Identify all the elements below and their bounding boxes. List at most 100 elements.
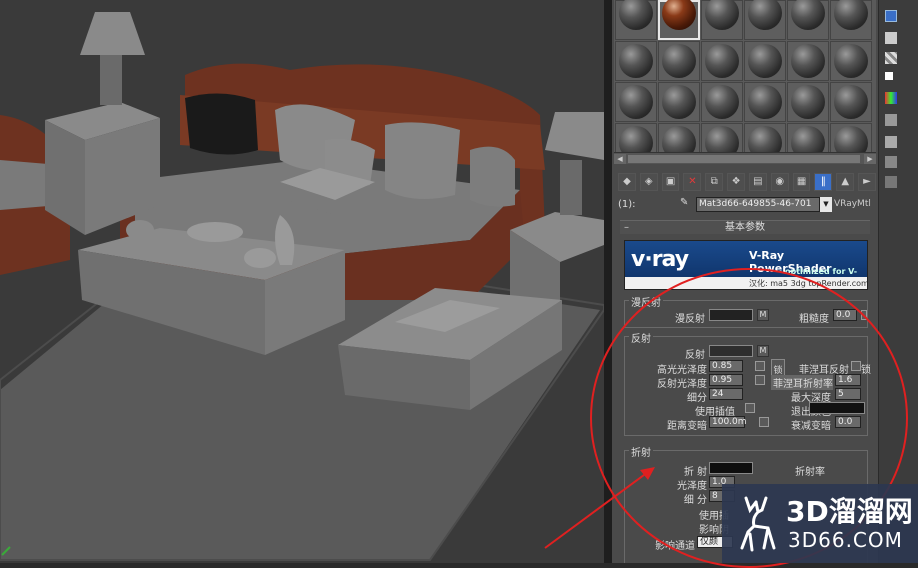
scroll-thumb[interactable]	[628, 155, 860, 163]
material-slot[interactable]	[615, 0, 657, 40]
reflect-color-swatch[interactable]	[709, 345, 753, 357]
affect-shadows-label: 影响阴	[699, 525, 729, 536]
affect-channels-label: 影响通道	[655, 541, 695, 552]
material-slot[interactable]	[744, 0, 786, 40]
roughness-map-button[interactable]	[861, 310, 867, 320]
chevron-down-icon[interactable]: ▼	[820, 197, 832, 212]
material-slot[interactable]	[615, 41, 657, 81]
material-name-field[interactable]: Mat3d66-649855-46-701	[696, 197, 820, 212]
material-toolbar: ◆ ◈ ▣ ✕ ⧉ ❖ ▤ ◉ ▦ ‖ ▲ ►	[614, 170, 876, 194]
make-preview-icon[interactable]	[885, 114, 897, 126]
material-slot[interactable]	[658, 41, 700, 81]
material-slot[interactable]	[830, 82, 872, 122]
material-slot[interactable]	[615, 82, 657, 122]
hilight-gloss-map-button[interactable]	[755, 361, 765, 371]
material-sphere-icon	[619, 0, 653, 30]
basic-params-rollout-header[interactable]: – 基本参数	[620, 220, 870, 234]
material-slot[interactable]	[701, 0, 743, 40]
video-color-check-icon[interactable]	[885, 92, 897, 104]
vray-logo: v·ray	[631, 247, 689, 272]
material-slot[interactable]	[787, 82, 829, 122]
refl-gloss-spinner[interactable]: 0.95	[709, 374, 743, 386]
3d-viewport[interactable]	[0, 0, 604, 563]
cushion-black	[185, 93, 258, 155]
material-sphere-icon	[791, 85, 825, 119]
ior-label: 折射率	[795, 467, 825, 478]
material-sphere-icon	[748, 85, 782, 119]
collapse-icon[interactable]: –	[624, 221, 629, 234]
panel-divider[interactable]	[604, 0, 612, 563]
vray-banner: v·ray V-Ray PowerShader optimized for V-…	[624, 240, 868, 290]
max-depth-spinner[interactable]: 5	[835, 388, 861, 400]
refract-subdivs-label: 细 分	[683, 495, 707, 506]
dim-distance-spinner[interactable]: 100.0m	[709, 416, 747, 428]
sample-uv-tiling-icon[interactable]	[885, 72, 893, 80]
go-to-parent-icon[interactable]: ▲	[836, 173, 855, 191]
roughness-label: 粗糙度	[799, 314, 829, 325]
material-slot[interactable]	[830, 41, 872, 81]
options-icon[interactable]	[885, 136, 897, 148]
fresnel-lock-button[interactable]: 锁	[861, 361, 871, 376]
refract-use-interp-label: 使用插	[699, 511, 729, 522]
watermark: 3D溜溜网 3D66.COM	[722, 484, 918, 563]
hilight-gloss-label: 高光光泽度	[657, 365, 707, 376]
copy-material-icon[interactable]: ⧉	[705, 173, 724, 191]
show-map-in-viewport-icon[interactable]: ▦	[792, 173, 811, 191]
eyedropper-icon[interactable]: ✎	[680, 197, 694, 211]
backlight-icon[interactable]	[885, 32, 897, 44]
material-sphere-icon	[834, 85, 868, 119]
put-to-scene-icon[interactable]: ◈	[639, 173, 658, 191]
material-type-button[interactable]: VRayMtl	[834, 199, 871, 209]
material-sphere-icon	[834, 44, 868, 78]
material-editor: ◀ ▶ ◆ ◈ ▣ ✕ ⧉ ❖ ▤ ◉ ▦ ‖ ▲ ► (1): ✎ Mat3d…	[612, 0, 878, 563]
material-sphere-icon	[705, 85, 739, 119]
reflect-map-button[interactable]: M	[757, 345, 769, 357]
use-interp-checkbox[interactable]	[745, 403, 755, 413]
reflection-group: 反射 反射 M 高光光泽度 0.85 锁 菲涅耳反射 锁 反射光泽度 0.95 …	[624, 330, 871, 436]
material-name-row: (1): ✎ Mat3d66-649855-46-701 ▼ VRayMtl	[614, 196, 876, 214]
refract-label: 折 射	[683, 467, 707, 478]
select-by-material-icon[interactable]	[885, 156, 897, 168]
subdivs-label: 细分	[687, 393, 707, 404]
fresnel-ior-label[interactable]: 菲涅耳折射率	[771, 375, 833, 390]
exit-color-swatch[interactable]	[809, 402, 865, 414]
material-slot[interactable]	[744, 41, 786, 81]
show-end-result-icon[interactable]: ‖	[814, 173, 833, 191]
get-material-icon[interactable]: ◆	[618, 173, 636, 191]
material-slots-grid	[614, 0, 876, 163]
watermark-url: 3D66.COM	[788, 528, 903, 552]
refl-gloss-map-button[interactable]	[755, 375, 765, 385]
roughness-spinner[interactable]: 0.0	[833, 309, 857, 321]
scroll-left-icon[interactable]: ◀	[614, 154, 626, 164]
fresnel-checkbox[interactable]	[851, 361, 861, 371]
hilight-gloss-spinner[interactable]: 0.85	[709, 360, 743, 372]
refract-color-swatch[interactable]	[709, 462, 753, 474]
rollout-title: 基本参数	[725, 222, 765, 233]
material-slot[interactable]	[701, 41, 743, 81]
material-id-channel-icon[interactable]: ◉	[770, 173, 789, 191]
slots-scrollbar[interactable]: ◀ ▶	[614, 152, 876, 164]
material-slot[interactable]	[658, 82, 700, 122]
subdivs-spinner[interactable]: 24	[709, 388, 743, 400]
reset-material-icon[interactable]: ✕	[683, 173, 702, 191]
cushion-2	[385, 122, 460, 199]
material-map-navigator-icon[interactable]	[885, 176, 897, 188]
material-slot[interactable]	[787, 41, 829, 81]
material-slot[interactable]	[830, 0, 872, 40]
material-slot[interactable]	[701, 82, 743, 122]
fresnel-ior-spinner[interactable]: 1.6	[835, 374, 861, 386]
diffuse-map-button[interactable]: M	[757, 309, 769, 321]
assign-to-selection-icon[interactable]: ▣	[661, 173, 680, 191]
material-slot[interactable]	[787, 0, 829, 40]
put-to-library-icon[interactable]: ▤	[748, 173, 767, 191]
dim-falloff-spinner[interactable]: 0.0	[835, 416, 861, 428]
refraction-group-title: 折射	[629, 444, 653, 459]
background-checker-icon[interactable]	[885, 52, 897, 64]
material-slot[interactable]	[658, 0, 700, 40]
diffuse-color-swatch[interactable]	[709, 309, 753, 321]
go-forward-sibling-icon[interactable]: ►	[858, 173, 876, 191]
make-unique-icon[interactable]: ❖	[727, 173, 745, 191]
scroll-right-icon[interactable]: ▶	[864, 154, 876, 164]
sample-type-icon[interactable]	[885, 10, 897, 22]
material-slot[interactable]	[744, 82, 786, 122]
